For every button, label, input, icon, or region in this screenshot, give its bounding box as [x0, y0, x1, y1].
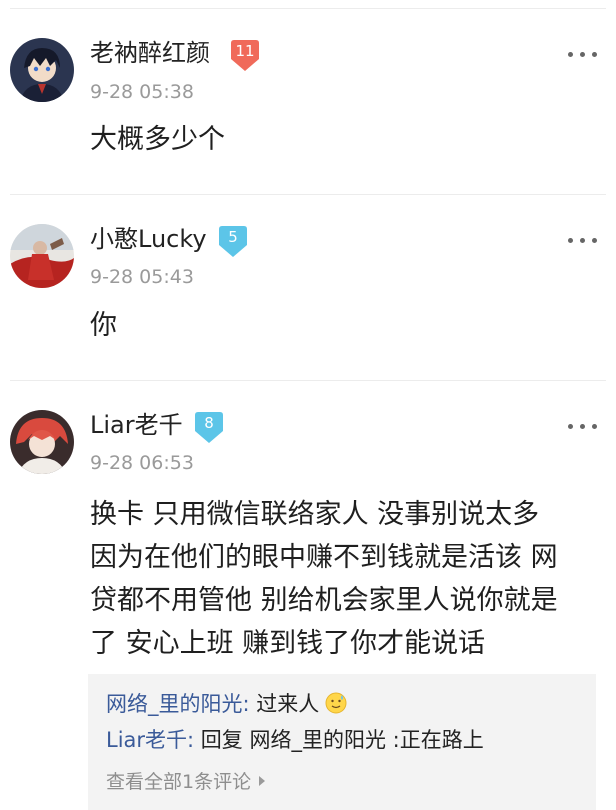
level-number: 5 — [228, 228, 238, 246]
level-badge: 5 — [217, 225, 249, 259]
comment-text: 换卡 只用微信联络家人 没事别说太多 因为在他们的眼中赚不到钱就是活该 网 贷都… — [90, 493, 610, 665]
top-divider — [10, 8, 606, 9]
reply-text: 回复 网络_里的阳光 :正在路上 — [194, 728, 484, 752]
comment-text: 大概多少个 — [90, 124, 225, 155]
more-dots-icon[interactable] — [568, 50, 598, 60]
view-all-label: 查看全部1条评论 — [106, 771, 252, 793]
username[interactable]: 小憨Lucky — [90, 224, 207, 254]
reply-item[interactable]: 网络_里的阳光: 过来人 — [106, 690, 347, 718]
level-badge: 8 — [193, 411, 225, 445]
sweat-smile-emoji — [325, 692, 347, 714]
anime-boy-avatar[interactable] — [10, 38, 74, 102]
comment-text-line: 换卡 只用微信联络家人 没事别说太多 — [90, 499, 540, 530]
comment-text: 你 — [90, 310, 117, 341]
timestamp: 9-28 06:53 — [90, 452, 194, 474]
reply-text: 过来人 — [249, 692, 320, 716]
reply-author[interactable]: 网络_里的阳光 — [106, 692, 243, 716]
comment-divider — [10, 380, 606, 381]
view-all-comments-link[interactable]: 查看全部1条评论 — [106, 770, 266, 794]
comment-text-line: 贷都不用管他 别给机会家里人说你就是 — [90, 585, 558, 616]
anime-red-hair-avatar[interactable] — [10, 410, 74, 474]
comment-text-line: 因为在他们的眼中赚不到钱就是活该 网 — [90, 542, 558, 573]
level-number: 8 — [204, 414, 214, 432]
level-number: 11 — [235, 42, 255, 60]
reply-item[interactable]: Liar老千: 回复 网络_里的阳光 :正在路上 — [106, 726, 484, 754]
person-in-red-avatar[interactable] — [10, 224, 74, 288]
timestamp: 9-28 05:38 — [90, 81, 194, 103]
comment-text-line: 了 安心上班 赚到钱了你才能说话 — [90, 628, 486, 659]
level-badge: 11 — [229, 39, 261, 73]
more-dots-icon[interactable] — [568, 422, 598, 432]
timestamp: 9-28 05:43 — [90, 266, 194, 288]
username[interactable]: Liar老千 — [90, 410, 183, 440]
reply-author[interactable]: Liar老千 — [106, 728, 187, 752]
caret-right-icon — [259, 776, 266, 786]
username[interactable]: 老衲醉红颜 — [90, 38, 210, 68]
comment-divider — [10, 194, 606, 195]
reply-box: 网络_里的阳光: 过来人 Liar老千: 回复 网络_里的阳光 :正在路上 查看… — [88, 674, 596, 810]
reply-separator: : — [242, 692, 250, 716]
more-dots-icon[interactable] — [568, 236, 598, 246]
